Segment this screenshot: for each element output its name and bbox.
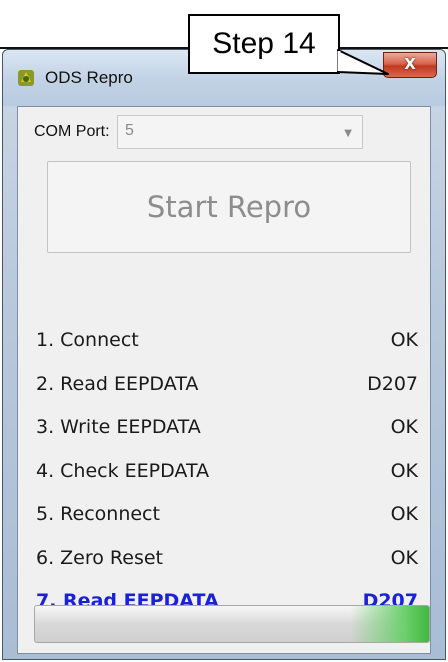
step-label: 2. Read EEPDATA: [36, 372, 199, 395]
start-repro-button[interactable]: Start Repro: [47, 161, 411, 253]
step-callout: Step 14: [188, 14, 340, 74]
progress-bar: [34, 605, 430, 643]
step-status: OK: [390, 546, 418, 569]
step-label: 5. Reconnect: [36, 503, 160, 525]
window-title: ODS Repro: [45, 68, 133, 87]
step-row: 5. Reconnect OK: [18, 503, 430, 533]
com-port-select[interactable]: 5 ▼: [117, 115, 363, 149]
step-label: 6. Zero Reset: [36, 546, 164, 569]
client-area: COM Port: 5 ▼ Start Repro 1. Connect OK 2.…: [17, 106, 431, 654]
step-label: 1. Connect: [36, 329, 139, 351]
com-port-value: 5: [125, 122, 134, 139]
step-status: OK: [390, 459, 418, 482]
step-row: 6. Zero Reset OK: [18, 547, 430, 577]
app-window: ODS Repro X COM Port: 5 ▼ Start Repro 1.…: [2, 49, 446, 660]
step-status: OK: [390, 416, 418, 438]
step-status: OK: [390, 503, 418, 525]
step-row: 2. Read EEPDATA D207: [18, 373, 430, 403]
step-row: 1. Connect OK: [18, 329, 430, 359]
close-button[interactable]: X: [383, 52, 437, 78]
chevron-down-icon: ▼: [344, 128, 352, 139]
step-status: D207: [367, 372, 418, 395]
com-port-label: COM Port:: [34, 123, 110, 140]
step-label: 4. Check EEPDATA: [36, 459, 210, 482]
app-logo-icon: [18, 70, 34, 86]
step-status: OK: [390, 329, 418, 351]
step-row: 3. Write EEPDATA OK: [18, 416, 430, 446]
step-row: 4. Check EEPDATA OK: [18, 460, 430, 490]
step-label: 3. Write EEPDATA: [36, 416, 201, 438]
progress-fill: [35, 606, 429, 642]
